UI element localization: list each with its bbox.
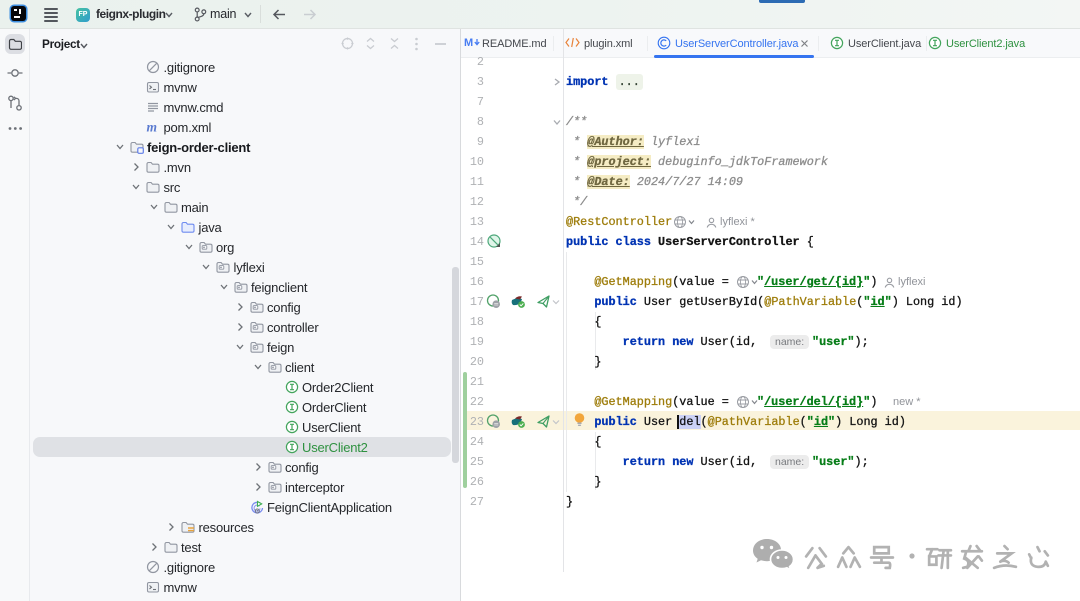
- svg-text:m: m: [147, 120, 158, 134]
- svg-text:M: M: [464, 37, 473, 49]
